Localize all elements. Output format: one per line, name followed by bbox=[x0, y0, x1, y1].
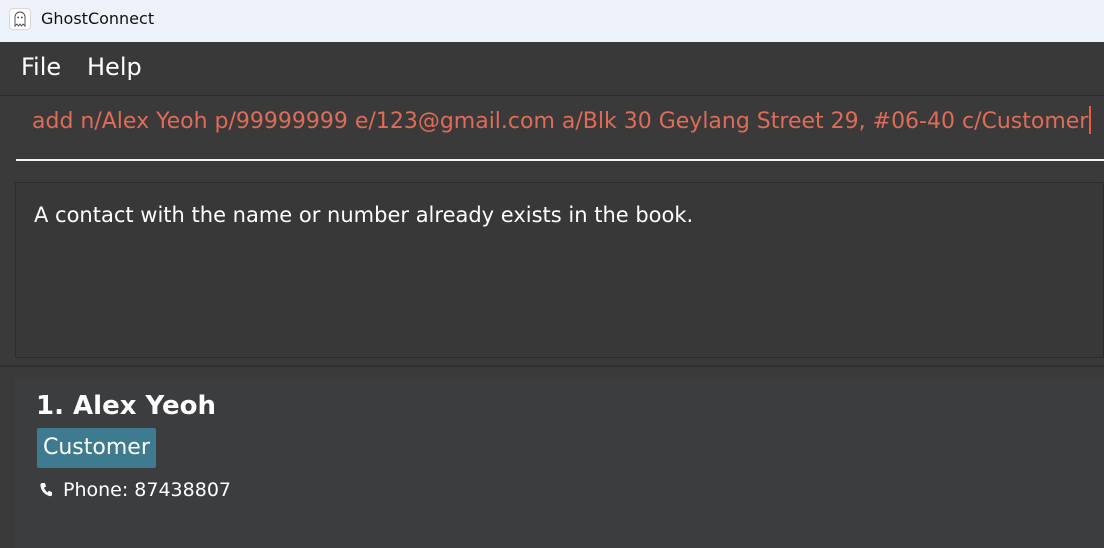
menu-bar: File Help bbox=[0, 42, 1104, 95]
phone-text: Phone: 87438807 bbox=[63, 479, 232, 501]
command-box-panel: add n/Alex Yeoh p/99999999 e/123@gmail.c… bbox=[0, 95, 1104, 173]
title-bar: GhostConnect bbox=[0, 0, 1104, 42]
result-display-panel: A contact with the name or number alread… bbox=[0, 172, 1104, 365]
menu-help[interactable]: Help bbox=[87, 53, 142, 81]
ghost-icon bbox=[9, 8, 31, 30]
contact-name: 1. Alex Yeoh bbox=[36, 391, 216, 421]
window-title: GhostConnect bbox=[41, 9, 155, 28]
contact-phone: Phone: 87438807 bbox=[39, 479, 231, 501]
contact-card[interactable]: 1. Alex Yeoh Customer Phone: 87438807 bbox=[15, 377, 1104, 548]
command-text: add n/Alex Yeoh p/99999999 e/123@gmail.c… bbox=[32, 109, 1089, 134]
command-input[interactable]: add n/Alex Yeoh p/99999999 e/123@gmail.c… bbox=[16, 96, 1104, 161]
result-message: A contact with the name or number alread… bbox=[34, 203, 694, 227]
phone-icon bbox=[39, 482, 53, 498]
menu-file[interactable]: File bbox=[21, 53, 61, 81]
tag-badge: Customer bbox=[37, 428, 156, 468]
result-display[interactable]: A contact with the name or number alread… bbox=[15, 182, 1104, 358]
text-caret bbox=[1089, 106, 1092, 134]
contact-list[interactable]: 1. Alex Yeoh Customer Phone: 87438807 bbox=[0, 365, 1104, 548]
